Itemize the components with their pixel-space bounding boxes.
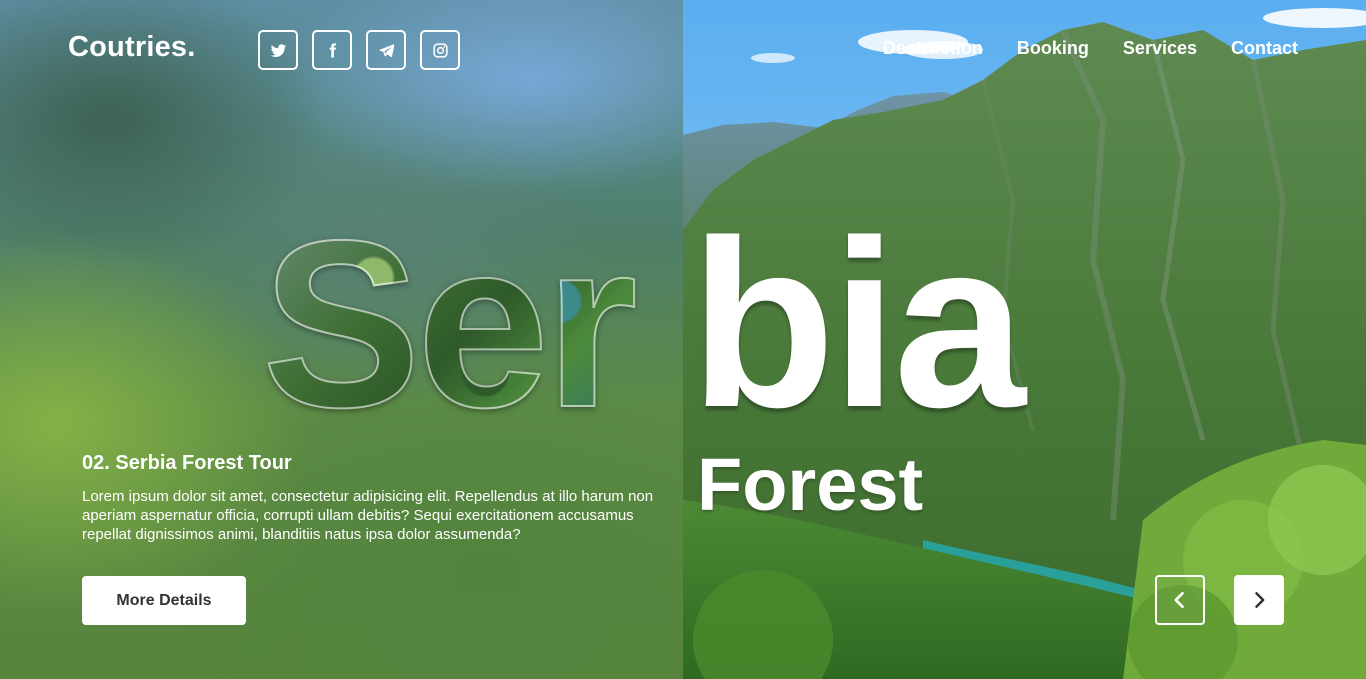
instagram-button[interactable]: [420, 30, 460, 70]
hero-subtitle: Forest: [697, 443, 924, 526]
hero-title-right: bia: [690, 192, 1026, 457]
twitter-icon: [270, 43, 286, 57]
facebook-button[interactable]: [312, 30, 352, 70]
more-details-button[interactable]: More Details: [82, 576, 246, 625]
chevron-right-icon: [1255, 592, 1265, 608]
nav-item-booking[interactable]: Booking: [1017, 38, 1089, 59]
instagram-icon: [432, 42, 448, 58]
slider-prev-button[interactable]: [1155, 575, 1205, 625]
brand-logo[interactable]: Coutries.: [68, 31, 196, 64]
slider-next-button[interactable]: [1234, 575, 1284, 625]
chevron-left-icon: [1174, 592, 1184, 608]
telegram-button[interactable]: [366, 30, 406, 70]
main-nav: Destruction Booking Services Contact: [883, 38, 1298, 59]
tour-title: 02. Serbia Forest Tour: [82, 452, 292, 474]
tour-description: Lorem ipsum dolor sit amet, consectetur …: [82, 488, 654, 543]
facebook-icon: [329, 42, 336, 58]
telegram-icon: [378, 43, 394, 57]
nav-item-destruction[interactable]: Destruction: [883, 38, 983, 59]
nav-item-contact[interactable]: Contact: [1231, 38, 1298, 59]
twitter-button[interactable]: [258, 30, 298, 70]
social-links: [258, 30, 460, 70]
nav-item-services[interactable]: Services: [1123, 38, 1197, 59]
hero-title-left: Ser: [261, 192, 639, 457]
